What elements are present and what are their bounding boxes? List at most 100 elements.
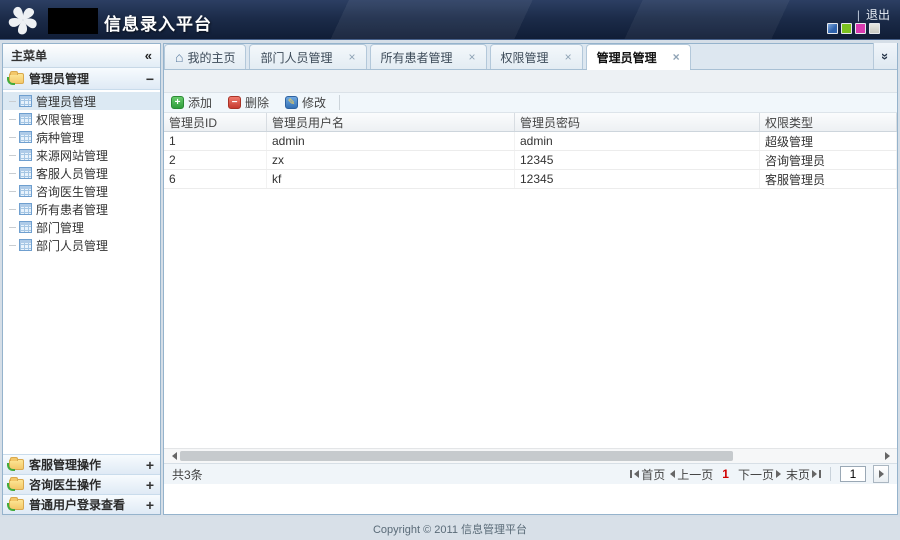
total-count: 共3条 bbox=[172, 467, 203, 482]
last-page-button[interactable]: 末页 bbox=[786, 466, 821, 483]
sidebar-item-permission[interactable]: 权限管理 bbox=[3, 110, 160, 128]
theme-green-button[interactable] bbox=[841, 23, 852, 34]
next-page-button[interactable]: 下一页 bbox=[738, 466, 781, 483]
close-icon[interactable]: × bbox=[349, 51, 356, 63]
close-icon[interactable]: × bbox=[469, 51, 476, 63]
table-cell-password: admin bbox=[515, 132, 760, 150]
logout-label: 退出 bbox=[865, 8, 890, 22]
sidebar-item-source-site[interactable]: 来源网站管理 bbox=[3, 146, 160, 164]
copyright-text: Copyright © 2011 信息管理平台 bbox=[372, 523, 527, 536]
theme-blue-button[interactable] bbox=[827, 23, 838, 34]
table-header-row: 管理员ID 管理员用户名 管理员密码 权限类型 bbox=[164, 113, 897, 132]
sidebar-item-consult-doctor[interactable]: 咨询医生管理 bbox=[3, 182, 160, 200]
table-cell-password: 12345 bbox=[515, 151, 760, 169]
expand-panel-icon[interactable]: + bbox=[146, 498, 154, 512]
accordion-panel-service-ops[interactable]: 客服管理操作 + bbox=[3, 454, 160, 474]
current-page: 1 bbox=[722, 467, 729, 481]
first-page-label: 首页 bbox=[641, 467, 666, 482]
add-icon: + bbox=[171, 96, 184, 109]
table-icon bbox=[19, 113, 32, 125]
next-page-label: 下一页 bbox=[737, 467, 774, 482]
arrow-left-icon bbox=[634, 470, 640, 478]
expand-panel-icon[interactable]: + bbox=[146, 458, 154, 472]
sidebar-title: 主菜单 bbox=[11, 49, 48, 63]
delete-button[interactable]: − 删除 bbox=[225, 93, 272, 112]
sidebar-item-label: 病种管理 bbox=[36, 130, 85, 145]
accordion-panel-label: 普通用户登录查看 bbox=[29, 498, 126, 512]
table-cell-username: zx bbox=[267, 151, 515, 169]
tab-label: 部门人员管理 bbox=[260, 50, 333, 65]
add-button[interactable]: + 添加 bbox=[168, 93, 215, 112]
sidebar-item-department-staff[interactable]: 部门人员管理 bbox=[3, 236, 160, 254]
folder-icon bbox=[7, 71, 24, 85]
redacted-logo-text bbox=[48, 8, 98, 34]
tab-all-patients[interactable]: 所有患者管理 × bbox=[369, 44, 487, 69]
page-input[interactable] bbox=[840, 466, 866, 482]
close-icon[interactable]: × bbox=[673, 51, 680, 63]
sidebar-item-department[interactable]: 部门管理 bbox=[3, 218, 160, 236]
sidebar-item-admin-manage[interactable]: 管理员管理 bbox=[3, 92, 160, 110]
close-icon[interactable]: × bbox=[565, 51, 572, 63]
sidebar-item-all-patients[interactable]: 所有患者管理 bbox=[3, 200, 160, 218]
tab-home[interactable]: ⌂ 我的主页 bbox=[164, 44, 247, 69]
logout-link[interactable]: | 退出 bbox=[857, 6, 890, 23]
pager-separator bbox=[830, 467, 831, 481]
sidebar-item-disease[interactable]: 病种管理 bbox=[3, 128, 160, 146]
tab-permission[interactable]: 权限管理 × bbox=[489, 44, 583, 69]
theme-magenta-button[interactable] bbox=[855, 23, 866, 34]
page-title: 信息录入平台 bbox=[104, 15, 212, 34]
table-cell-username: kf bbox=[267, 170, 515, 188]
accordion-panel-admin-manage[interactable]: 管理员管理 − bbox=[3, 68, 160, 90]
home-icon: ⌂ bbox=[175, 49, 184, 65]
panel-padding bbox=[164, 70, 897, 92]
edit-button[interactable]: ✎ 修改 bbox=[282, 93, 329, 112]
column-header-admin-id[interactable]: 管理员ID bbox=[164, 113, 267, 131]
table-icon bbox=[19, 221, 32, 233]
column-header-username[interactable]: 管理员用户名 bbox=[267, 113, 515, 131]
first-page-icon bbox=[630, 470, 633, 478]
sidebar-item-label: 部门管理 bbox=[36, 220, 85, 235]
first-page-button[interactable]: 首页 bbox=[630, 466, 665, 483]
sidebar-collapsed-panels: 客服管理操作 + 咨询医生操作 + 普通用户登录查看 + bbox=[3, 454, 160, 514]
edit-button-label: 修改 bbox=[302, 96, 327, 110]
table-row[interactable]: 6 kf 12345 客服管理员 bbox=[164, 170, 897, 189]
sidebar-item-label: 管理员管理 bbox=[36, 94, 97, 109]
accordion-panel-user-login-view[interactable]: 普通用户登录查看 + bbox=[3, 494, 160, 514]
logout-separator: | bbox=[856, 8, 860, 22]
tab-overflow-button[interactable]: » bbox=[873, 43, 897, 69]
table-row[interactable]: 1 admin admin 超级管理 bbox=[164, 132, 897, 151]
tab-label: 我的主页 bbox=[187, 50, 236, 65]
collapse-panel-icon[interactable]: − bbox=[146, 72, 154, 86]
scroll-right-button[interactable] bbox=[879, 449, 895, 463]
sidebar-item-label: 部门人员管理 bbox=[36, 238, 109, 253]
datagrid-toolbar: + 添加 − 删除 ✎ 修改 bbox=[164, 93, 897, 113]
sidebar-collapse-icon[interactable]: « bbox=[145, 48, 152, 63]
main-panel: ⌂ 我的主页 部门人员管理 × 所有患者管理 × 权限管理 × 管理员管理 × … bbox=[163, 43, 898, 515]
folder-icon bbox=[7, 457, 24, 471]
accordion-panel-doctor-ops[interactable]: 咨询医生操作 + bbox=[3, 474, 160, 494]
expand-panel-icon[interactable]: + bbox=[146, 478, 154, 492]
arrow-left-icon bbox=[171, 452, 177, 460]
table-cell-role: 咨询管理员 bbox=[760, 151, 897, 169]
go-page-button[interactable] bbox=[873, 465, 889, 483]
column-header-role[interactable]: 权限类型 bbox=[760, 113, 897, 131]
sidebar-item-service-staff[interactable]: 客服人员管理 bbox=[3, 164, 160, 182]
table-empty-area bbox=[164, 189, 897, 448]
prev-page-button[interactable]: 上一页 bbox=[670, 466, 713, 483]
tree-connector bbox=[9, 244, 16, 246]
column-header-password[interactable]: 管理员密码 bbox=[515, 113, 760, 131]
toolbar-separator bbox=[339, 95, 341, 110]
table-row[interactable]: 2 zx 12345 咨询管理员 bbox=[164, 151, 897, 170]
horizontal-scrollbar[interactable] bbox=[164, 448, 897, 463]
sidebar-header: 主菜单 « bbox=[3, 44, 160, 68]
tree-connector bbox=[9, 136, 16, 138]
table-cell-password: 12345 bbox=[515, 170, 760, 188]
tree-connector bbox=[9, 154, 16, 156]
sidebar-item-label: 来源网站管理 bbox=[36, 148, 109, 163]
scroll-thumb[interactable] bbox=[180, 451, 733, 461]
tab-admin-manage[interactable]: 管理员管理 × bbox=[585, 44, 691, 70]
table-icon bbox=[19, 131, 32, 143]
theme-gray-button[interactable] bbox=[869, 23, 880, 34]
accordion-panel-label: 咨询医生操作 bbox=[29, 478, 102, 492]
tab-department-staff[interactable]: 部门人员管理 × bbox=[249, 44, 367, 69]
